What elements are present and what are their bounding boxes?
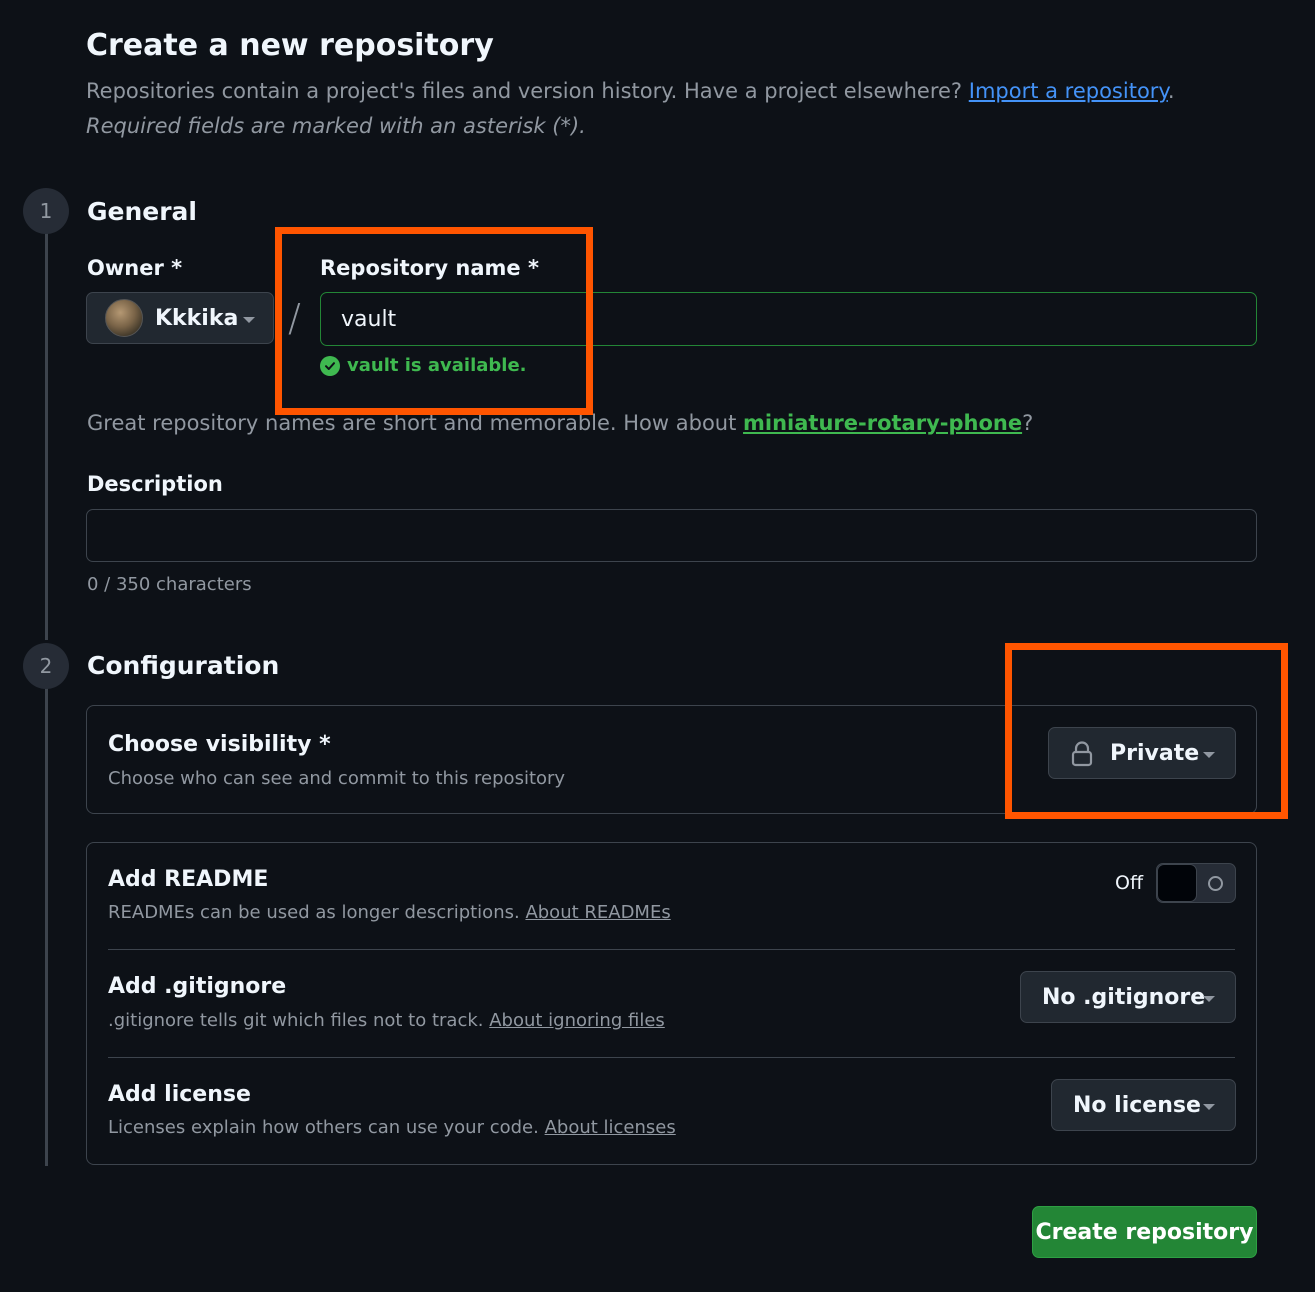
owner-name: Kkkika (155, 305, 239, 331)
step-1-badge: 1 (23, 188, 69, 234)
about-readmes-link[interactable]: About READMEs (525, 902, 670, 923)
readme-toggle-state: Off (1115, 872, 1144, 894)
gitignore-title: Add .gitignore (108, 974, 287, 999)
visibility-title: Choose visibility * (108, 732, 331, 757)
section-title-configuration: Configuration (87, 651, 280, 680)
visibility-desc: Choose who can see and commit to this re… (108, 768, 566, 789)
owner-label: Owner * (87, 256, 183, 280)
chevron-down-icon (1203, 1104, 1215, 1110)
create-repository-button[interactable]: Create repository (1032, 1206, 1257, 1258)
create-repo-page: Create a new repository Repositories con… (0, 0, 1315, 1292)
toggle-knob (1157, 864, 1197, 902)
divider (108, 949, 1235, 950)
options-card: Add README READMEs can be used as longer… (86, 842, 1257, 1165)
gitignore-desc: .gitignore tells git which files not to … (108, 1010, 665, 1031)
license-dropdown[interactable]: No license (1051, 1079, 1236, 1131)
chevron-down-icon (1203, 996, 1215, 1002)
license-desc: Licenses explain how others can use your… (108, 1117, 676, 1138)
section-title-general: General (87, 197, 197, 226)
license-title: Add license (108, 1082, 251, 1107)
license-desc-text: Licenses explain how others can use your… (108, 1117, 539, 1138)
owner-dropdown[interactable]: Kkkika (86, 292, 274, 344)
required-fields-note: Required fields are marked with an aster… (86, 114, 586, 138)
step-line-configuration (45, 666, 48, 1166)
highlight-box-visibility (1005, 643, 1288, 819)
import-repository-link[interactable]: Import a repository (969, 79, 1168, 103)
step-2-badge: 2 (23, 643, 69, 689)
readme-title: Add README (108, 867, 269, 892)
divider (108, 1057, 1235, 1058)
license-value: No license (1073, 1092, 1201, 1118)
gitignore-desc-text: .gitignore tells git which files not to … (108, 1010, 484, 1031)
about-licenses-link[interactable]: About licenses (545, 1117, 676, 1138)
subtitle-text: Repositories contain a project's files a… (86, 79, 963, 103)
readme-desc: READMEs can be used as longer descriptio… (108, 902, 671, 923)
readme-toggle[interactable] (1156, 863, 1236, 903)
toggle-off-icon (1208, 876, 1223, 891)
page-title: Create a new repository (86, 28, 494, 63)
readme-desc-text: READMEs can be used as longer descriptio… (108, 902, 520, 923)
suggestion-question-mark: ? (1022, 411, 1034, 435)
step-line-general (45, 210, 48, 640)
gitignore-dropdown[interactable]: No .gitignore (1020, 971, 1236, 1023)
avatar (105, 299, 143, 337)
description-char-count: 0 / 350 characters (87, 574, 252, 595)
highlight-box-repository-name (275, 227, 593, 415)
about-ignoring-files-link[interactable]: About ignoring files (489, 1010, 665, 1031)
description-input[interactable] (86, 509, 1257, 562)
subtitle-period: . (1167, 79, 1175, 103)
suggested-name-link[interactable]: miniature-rotary-phone (743, 411, 1022, 435)
page-subtitle: Repositories contain a project's files a… (86, 79, 1175, 103)
gitignore-value: No .gitignore (1042, 984, 1206, 1010)
chevron-down-icon (243, 317, 255, 323)
description-label: Description (87, 472, 223, 496)
